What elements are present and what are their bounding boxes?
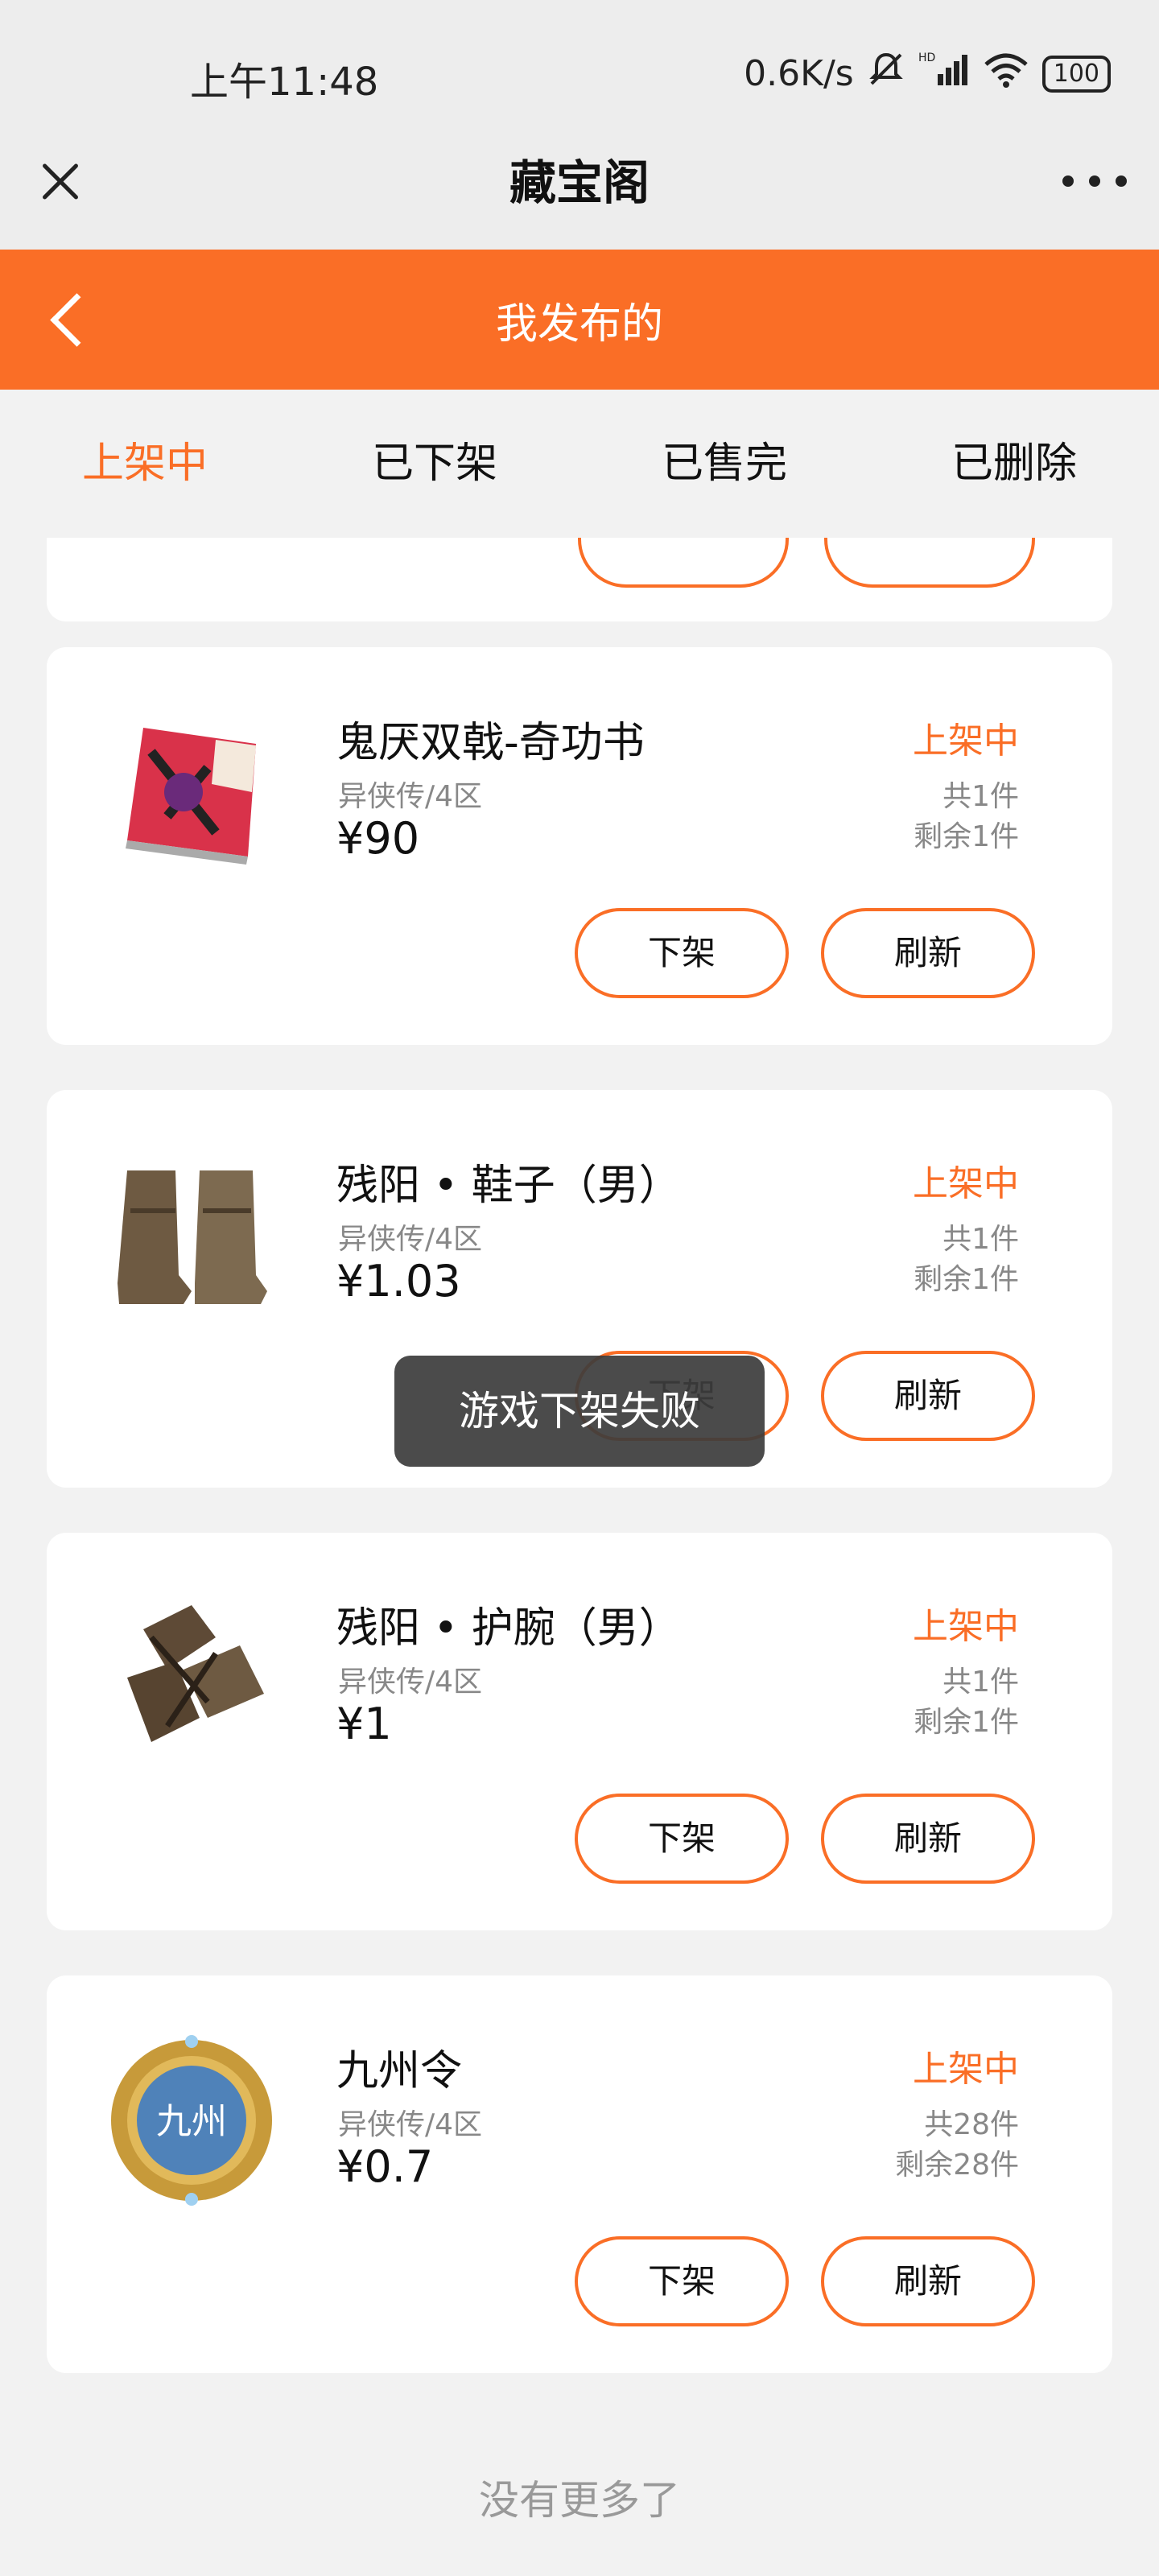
list-end-text: 没有更多了 xyxy=(479,2477,680,2524)
item-price: ¥1.03 xyxy=(336,1256,461,1307)
miniprogram-title: 藏宝阁 xyxy=(509,155,650,210)
item-remaining-count: 剩余1件 xyxy=(914,820,1019,853)
page-title: 我发布的 xyxy=(495,300,663,349)
signal-icon: HD xyxy=(918,50,970,97)
item-server: 异侠传/4区 xyxy=(338,2108,483,2141)
status-tabs: 上架中 已下架 已售完 已删除 xyxy=(0,390,1159,538)
tab-delisted[interactable]: 已下架 xyxy=(290,390,580,538)
item-title: 残阳 • 护腕（男） xyxy=(336,1604,681,1653)
item-price: ¥1 xyxy=(336,1699,392,1749)
token-lettering: 九州 xyxy=(156,2101,227,2142)
boots-icon xyxy=(95,1138,288,1331)
item-status: 上架中 xyxy=(913,2049,1019,2090)
tab-sold-out[interactable]: 已售完 xyxy=(580,390,869,538)
item-server: 异侠传/4区 xyxy=(338,1666,483,1699)
list-item[interactable]: 九州 九州令 异侠传/4区 ¥0.7 上架中 共28件 剩余28件 下架 刷新 xyxy=(47,1975,1112,2373)
tab-on-sale[interactable]: 上架中 xyxy=(0,390,290,538)
refresh-button[interactable] xyxy=(824,538,1035,588)
delist-button[interactable]: 下架 xyxy=(575,1794,789,1884)
item-title: 鬼厌双戟-奇功书 xyxy=(336,719,645,767)
item-remaining-count: 剩余1件 xyxy=(914,1706,1019,1739)
item-server: 异侠传/4区 xyxy=(338,1223,483,1256)
refresh-button[interactable]: 刷新 xyxy=(821,1351,1035,1441)
list-item[interactable]: 残阳 • 护腕（男） 异侠传/4区 ¥1 上架中 共1件 剩余1件 下架 刷新 xyxy=(47,1533,1112,1930)
more-options-icon[interactable] xyxy=(1062,171,1127,192)
network-speed: 0.6K/s xyxy=(744,53,854,94)
status-icons: 0.6K/s HD 100 xyxy=(744,50,1111,97)
item-status: 上架中 xyxy=(913,720,1019,762)
refresh-button[interactable]: 刷新 xyxy=(821,2236,1035,2326)
jiuzhou-token-icon: 九州 xyxy=(95,2024,288,2217)
page-header: 我发布的 xyxy=(0,250,1159,390)
item-total-count: 共28件 xyxy=(924,2108,1019,2141)
signal-label: HD xyxy=(918,52,935,64)
list-item xyxy=(47,538,1112,621)
item-price: ¥90 xyxy=(336,813,420,864)
delist-button[interactable] xyxy=(578,538,789,588)
item-title: 九州令 xyxy=(336,2047,463,2095)
item-title: 残阳 • 鞋子（男） xyxy=(336,1162,681,1210)
list-item[interactable]: 鬼厌双戟-奇功书 异侠传/4区 ¥90 上架中 共1件 剩余1件 下架 刷新 xyxy=(47,647,1112,1045)
status-time: 上午11:48 xyxy=(190,60,379,105)
delist-button[interactable]: 下架 xyxy=(575,908,789,998)
error-toast: 游戏下架失败 xyxy=(394,1356,765,1467)
wifi-icon xyxy=(983,50,1029,97)
battery-indicator: 100 xyxy=(1041,55,1111,93)
delist-button[interactable]: 下架 xyxy=(575,2236,789,2326)
item-server: 异侠传/4区 xyxy=(338,780,483,813)
item-status: 上架中 xyxy=(913,1163,1019,1204)
mute-icon xyxy=(867,50,905,97)
item-total-count: 共1件 xyxy=(942,1666,1019,1699)
refresh-button[interactable]: 刷新 xyxy=(821,908,1035,998)
item-remaining-count: 剩余1件 xyxy=(914,1263,1019,1296)
listing-list[interactable]: 鬼厌双戟-奇功书 异侠传/4区 ¥90 上架中 共1件 剩余1件 下架 刷新 残… xyxy=(0,538,1159,2576)
item-status: 上架中 xyxy=(913,1606,1019,1647)
refresh-button[interactable]: 刷新 xyxy=(821,1794,1035,1884)
item-total-count: 共1件 xyxy=(942,780,1019,813)
item-price: ¥0.7 xyxy=(336,2141,434,2192)
item-total-count: 共1件 xyxy=(942,1223,1019,1256)
miniprogram-bar: 藏宝阁 xyxy=(0,121,1159,250)
red-book-icon xyxy=(95,696,288,889)
bracers-icon xyxy=(95,1581,288,1774)
item-remaining-count: 剩余28件 xyxy=(895,2149,1019,2182)
tab-deleted[interactable]: 已删除 xyxy=(869,390,1159,538)
